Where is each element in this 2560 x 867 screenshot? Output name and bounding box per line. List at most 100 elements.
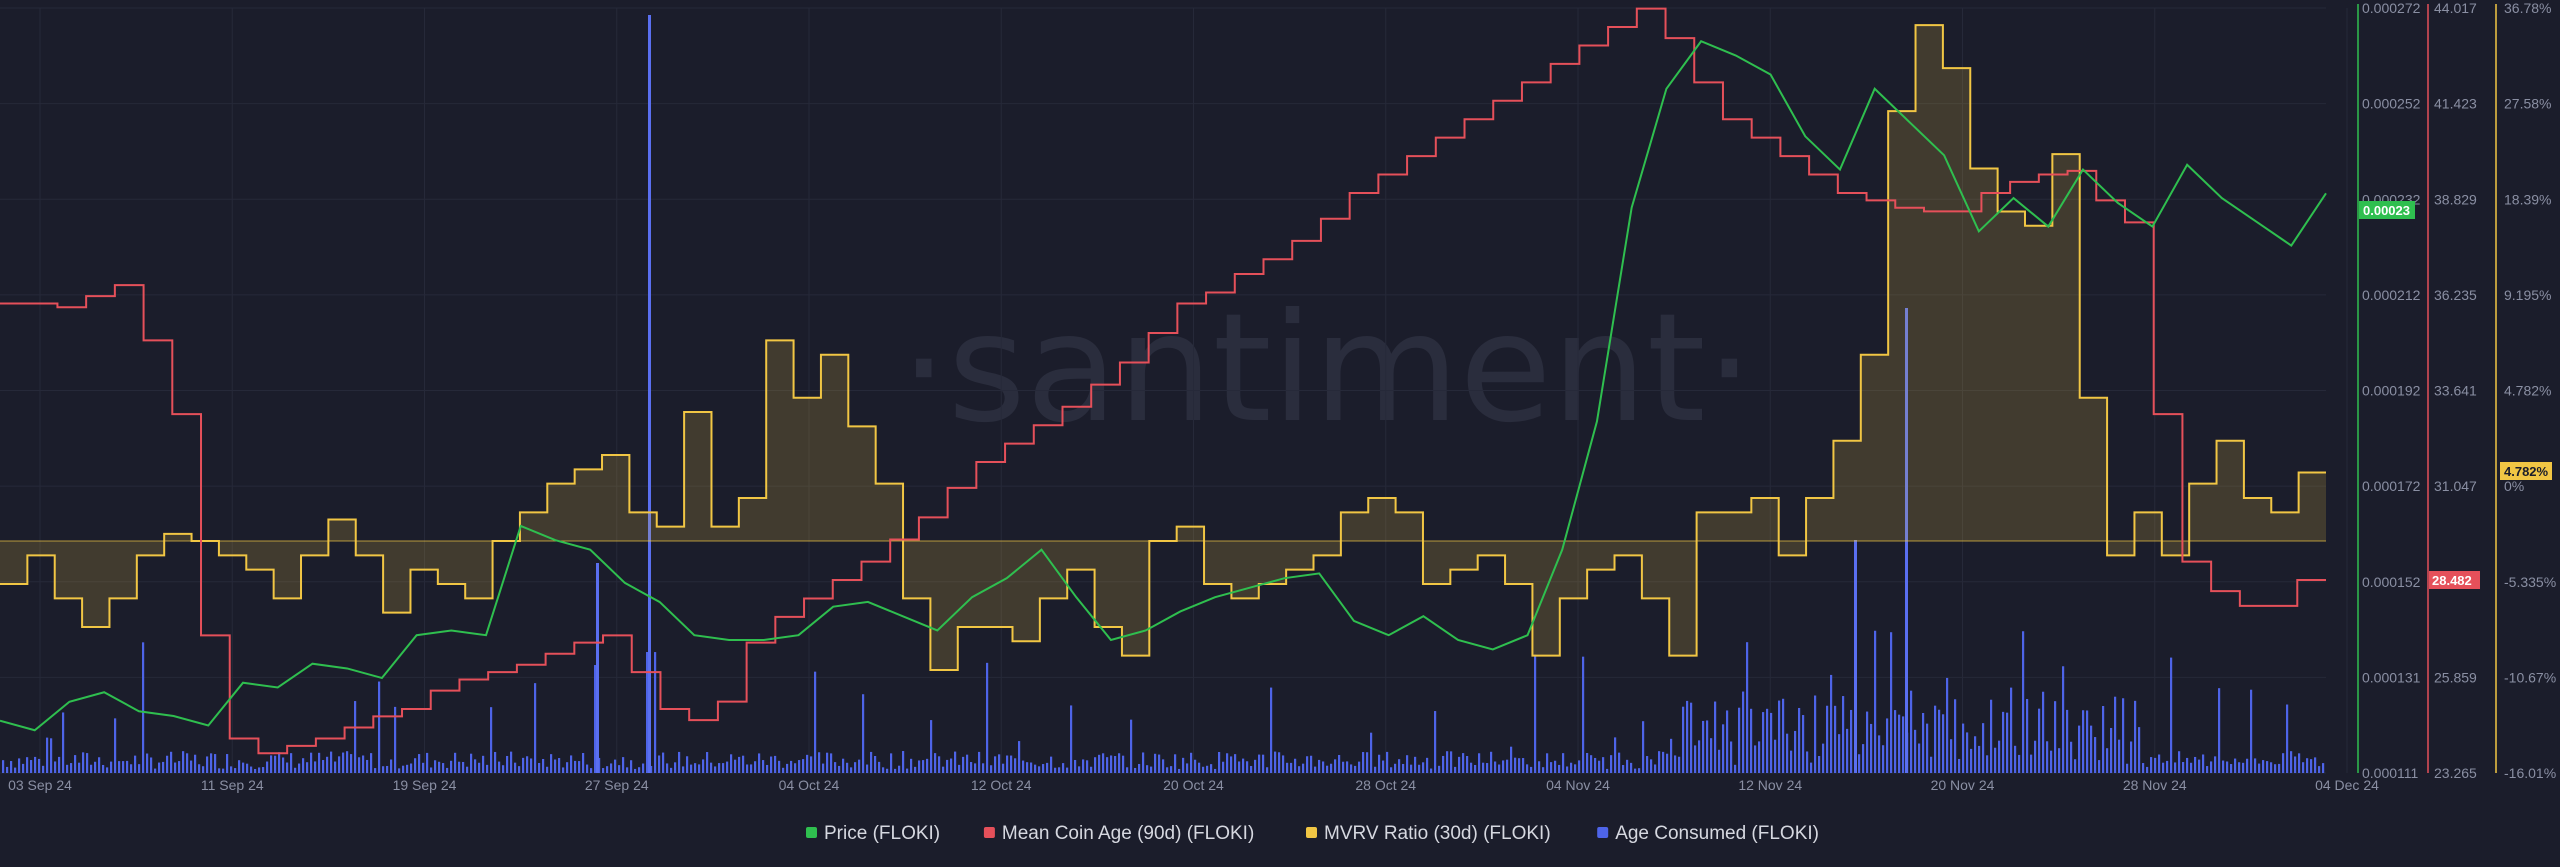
age-consumed-bar	[1786, 733, 1789, 773]
x-tick-label: 28 Oct 24	[1355, 777, 1416, 793]
age-consumed-bar	[70, 763, 73, 773]
age-consumed-bar	[614, 759, 617, 773]
age-consumed-bar	[1882, 745, 1885, 773]
age-consumed-bar	[382, 766, 385, 773]
age-consumed-bar	[838, 765, 841, 773]
age-consumed-bar	[2058, 748, 2061, 773]
age-consumed-bar	[1630, 762, 1633, 773]
age-consumed-bar	[570, 755, 573, 773]
age-consumed-bar	[746, 764, 749, 773]
age-consumed-bar	[1710, 738, 1713, 773]
age-consumed-bar	[1186, 763, 1189, 773]
age-consumed-bar	[1982, 723, 1985, 773]
age-consumed-bar	[962, 756, 965, 773]
age-consumed-bar	[1002, 763, 1005, 773]
age-consumed-bar	[1282, 755, 1285, 773]
age-consumed-bar	[462, 761, 465, 773]
age-consumed-bar	[2106, 748, 2109, 773]
age-consumed-bar	[1118, 753, 1121, 773]
age-consumed-bar	[186, 753, 189, 773]
age-consumed-bar	[566, 762, 569, 773]
age-consumed-bar	[1554, 760, 1557, 773]
age-consumed-bar	[1166, 767, 1169, 773]
age-consumed-bar	[442, 763, 445, 773]
age-consumed-bar	[342, 752, 345, 773]
coin_age-tick-label: 31.047	[2434, 478, 2477, 494]
age-consumed-bar	[642, 763, 645, 773]
age-consumed-bar	[1174, 754, 1177, 773]
mvrv-badge-text: 4.782%	[2504, 464, 2549, 479]
age-consumed-bar	[22, 763, 25, 773]
age-consumed-bar	[994, 756, 997, 773]
age-consumed-bar	[1526, 764, 1529, 773]
age-consumed-bar	[182, 751, 185, 773]
age-consumed-bar	[1826, 705, 1829, 773]
age-consumed-bar	[866, 764, 869, 773]
age-consumed-bar	[1718, 749, 1721, 773]
age-consumed-bar	[1894, 710, 1897, 773]
age-consumed-bar	[390, 759, 393, 773]
age-consumed-bar	[1134, 767, 1137, 773]
x-tick-label: 04 Oct 24	[779, 777, 840, 793]
age-consumed-bar	[1734, 764, 1737, 773]
age-consumed-bar	[2186, 757, 2189, 773]
age-consumed-bar	[946, 759, 949, 773]
age-consumed-bar	[430, 767, 433, 773]
mvrv-tick-label: -5.335%	[2504, 574, 2556, 590]
age-consumed-bar	[2094, 737, 2097, 773]
age-consumed-bar	[774, 755, 777, 773]
age-consumed-bar	[1562, 753, 1565, 773]
age-consumed-bar	[1466, 755, 1469, 773]
age-consumed-bar	[1754, 745, 1757, 773]
age-consumed-bar	[1030, 762, 1033, 773]
age-consumed-bar	[2254, 758, 2257, 773]
age-consumed-bar	[1170, 766, 1173, 773]
age-consumed-bar	[1966, 732, 1969, 773]
age-consumed-bar	[478, 762, 481, 773]
age-consumed-bar	[226, 754, 229, 773]
age-consumed-bar	[458, 761, 461, 773]
age-consumed-bar	[250, 766, 253, 773]
age-consumed-bar	[94, 761, 97, 773]
age-consumed-bar	[2066, 709, 2069, 773]
age-consumed-bar	[1626, 759, 1629, 773]
age-consumed-bar	[1074, 759, 1077, 773]
age-consumed-bar	[1738, 707, 1741, 773]
mvrv-tick-label: 9.195%	[2504, 287, 2551, 303]
coin_age-tick-label: 44.017	[2434, 0, 2477, 16]
age-consumed-bar	[1294, 758, 1297, 773]
age-consumed-bar	[1266, 767, 1269, 773]
age-consumed-bar	[2302, 762, 2305, 773]
age-consumed-bar	[862, 694, 865, 773]
age-consumed-bar	[30, 760, 33, 773]
age-consumed-bar	[1318, 759, 1321, 773]
age-consumed-bar	[254, 768, 257, 773]
age-consumed-bar	[470, 753, 473, 773]
age-consumed-bar	[1154, 753, 1157, 773]
age-consumed-bar	[1122, 755, 1125, 773]
age-consumed-bar	[1606, 768, 1609, 773]
age-consumed-bar	[1806, 751, 1809, 773]
age-consumed-bar	[1050, 756, 1053, 773]
age-consumed-bar	[638, 767, 641, 773]
age-consumed-bar	[1550, 762, 1553, 773]
age-consumed-bar	[1314, 766, 1317, 773]
age-consumed-bar	[734, 759, 737, 773]
x-tick-label: 20 Nov 24	[1931, 777, 1995, 793]
age-consumed-bar	[466, 766, 469, 773]
age-consumed-bar	[1322, 761, 1325, 773]
age-consumed-bar	[1494, 761, 1497, 773]
age-consumed-bar	[626, 767, 629, 773]
age-consumed-bar	[1574, 764, 1577, 773]
age-consumed-bar	[810, 756, 813, 773]
age-consumed-bar	[1366, 752, 1369, 773]
age-consumed-bar	[1850, 709, 1853, 773]
age-consumed-bar	[1530, 766, 1533, 773]
age-consumed-bar	[1262, 754, 1265, 773]
age-consumed-bar	[678, 751, 681, 773]
age-consumed-bar	[370, 753, 373, 773]
age-consumed-bar	[1694, 745, 1697, 773]
age-consumed-bar	[350, 754, 353, 773]
age-consumed-bar	[870, 751, 873, 773]
age-consumed-bar	[2086, 710, 2089, 773]
